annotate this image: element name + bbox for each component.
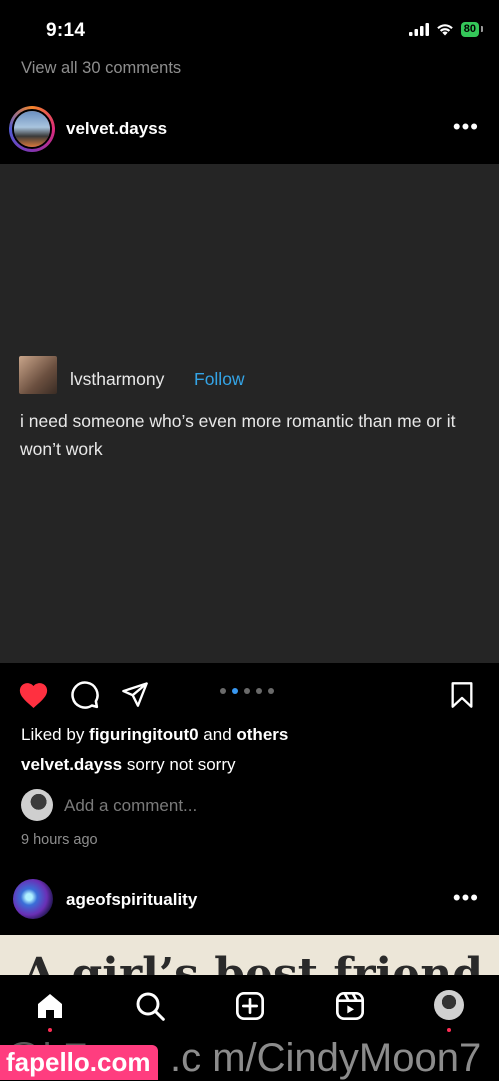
view-all-comments-link[interactable]: View all 30 comments — [21, 59, 181, 78]
liked-by-and: and — [198, 725, 237, 744]
quoted-follow-label: Follow — [194, 369, 245, 389]
watermark-text: .c m/CindyMoon7 — [170, 1036, 482, 1080]
liked-by-prefix: Liked by — [21, 725, 90, 744]
carousel-dot — [256, 688, 262, 694]
caption-username[interactable]: velvet.dayss — [21, 755, 122, 774]
carousel-dot — [220, 688, 226, 694]
carousel-dot — [268, 688, 274, 694]
wifi-icon — [436, 24, 453, 36]
signal-icon — [408, 23, 429, 36]
home-notification-dot — [48, 1028, 52, 1032]
add-comment-input[interactable]: Add a comment... — [64, 796, 197, 816]
post-timestamp: 9 hours ago — [21, 832, 98, 848]
status-time: 9:14 — [46, 20, 86, 41]
profile-avatar[interactable] — [434, 990, 464, 1020]
post2-author-avatar[interactable] — [13, 879, 53, 919]
comment-icon[interactable] — [70, 680, 100, 710]
watermark-site-label: fapello.com — [0, 1045, 159, 1080]
quoted-username: lvstharmony — [70, 369, 165, 389]
bookmark-icon[interactable] — [450, 681, 474, 709]
liked-by-user[interactable]: figuringitout0 — [89, 725, 199, 744]
caption-text: sorry not sorry — [122, 755, 236, 774]
share-icon[interactable] — [120, 680, 150, 708]
post-author-avatar[interactable] — [9, 106, 55, 152]
quoted-text: i need someone who’s even more romantic … — [20, 411, 456, 459]
create-icon[interactable] — [234, 990, 266, 1022]
post2-image[interactable]: A girl’s best friend isn’t — [0, 935, 499, 975]
avatar — [21, 789, 53, 821]
liked-by-text[interactable]: Liked by figuringitout0 and others — [21, 725, 288, 745]
caption: velvet.dayss sorry not sorry — [21, 755, 236, 775]
home-icon[interactable] — [34, 990, 66, 1022]
post2-image-text: A girl’s best friend isn’t — [22, 949, 499, 975]
carousel-dot-active — [232, 688, 238, 694]
liked-by-others[interactable]: others — [236, 725, 288, 744]
post2-author-username[interactable]: ageofspirituality — [66, 890, 197, 910]
more-icon[interactable]: ••• — [453, 887, 479, 909]
carousel-dot — [244, 688, 250, 694]
carousel-indicator — [220, 688, 274, 694]
search-icon[interactable] — [134, 990, 166, 1022]
battery-indicator: 80 — [460, 22, 484, 37]
heart-icon[interactable] — [17, 679, 50, 709]
reels-icon[interactable] — [334, 990, 366, 1022]
status-icons: 80 — [408, 22, 484, 37]
more-icon[interactable]: ••• — [453, 116, 479, 138]
profile-notification-dot — [447, 1028, 451, 1032]
quoted-user-avatar — [19, 356, 57, 394]
post-author-username[interactable]: velvet.dayss — [66, 119, 167, 139]
